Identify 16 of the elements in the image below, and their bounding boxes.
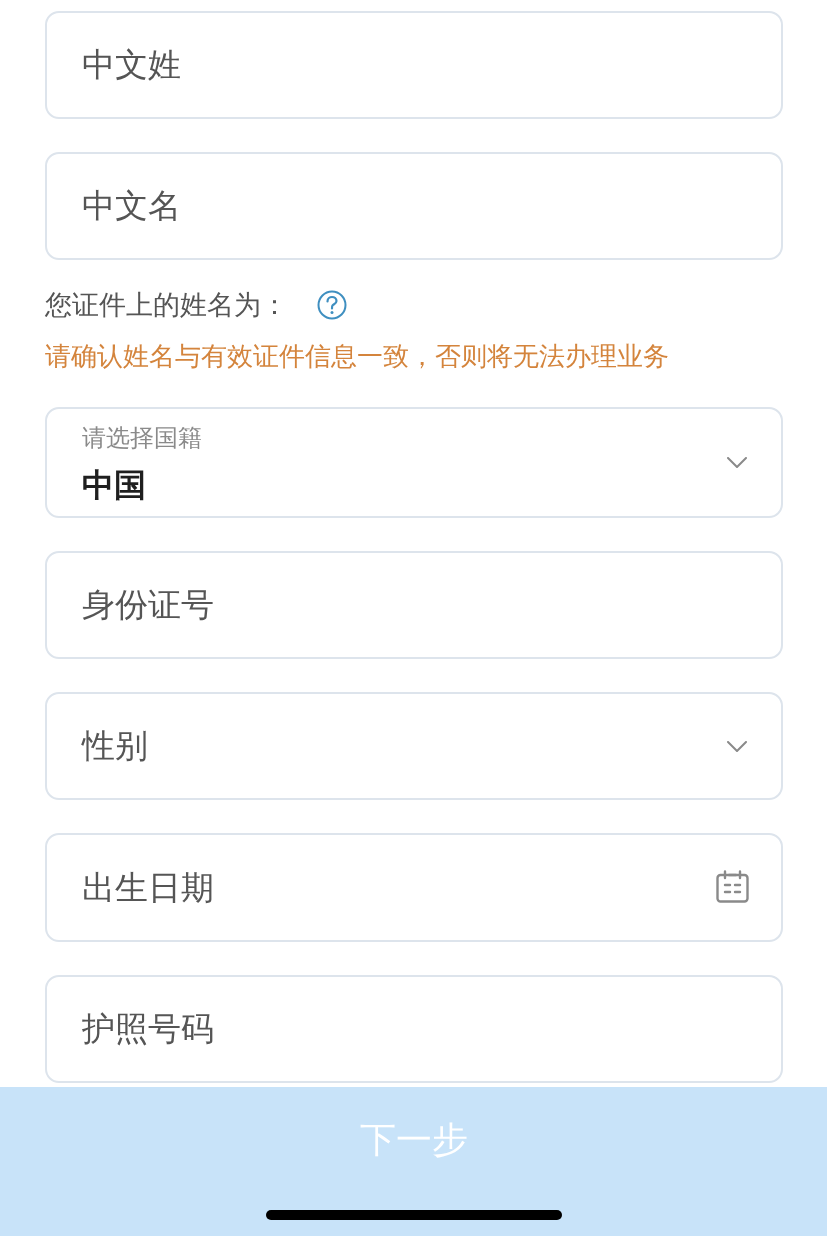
calendar-icon: [716, 870, 749, 903]
select-field[interactable]: 请选择国籍 中国: [45, 407, 783, 518]
chevron-down-icon: [727, 457, 747, 468]
help-icon[interactable]: [317, 290, 347, 320]
name-on-id-label: 您证件上的姓名为：: [45, 289, 288, 322]
field-value: 中国: [82, 465, 147, 505]
select-field[interactable]: 性别: [45, 692, 783, 800]
date-field[interactable]: 出生日期: [45, 833, 783, 942]
text-input[interactable]: 护照号码: [45, 975, 783, 1083]
text-input[interactable]: 中文姓: [45, 11, 783, 119]
field-placeholder: 性别: [82, 726, 148, 766]
text-input[interactable]: 身份证号: [45, 551, 783, 659]
field-label: 请选择国籍: [82, 422, 202, 453]
chevron-down-icon: [727, 740, 747, 752]
text-input[interactable]: 中文名: [45, 152, 783, 260]
name-warning-text: 请确认姓名与有效证件信息一致，否则将无法办理业务: [45, 340, 669, 373]
